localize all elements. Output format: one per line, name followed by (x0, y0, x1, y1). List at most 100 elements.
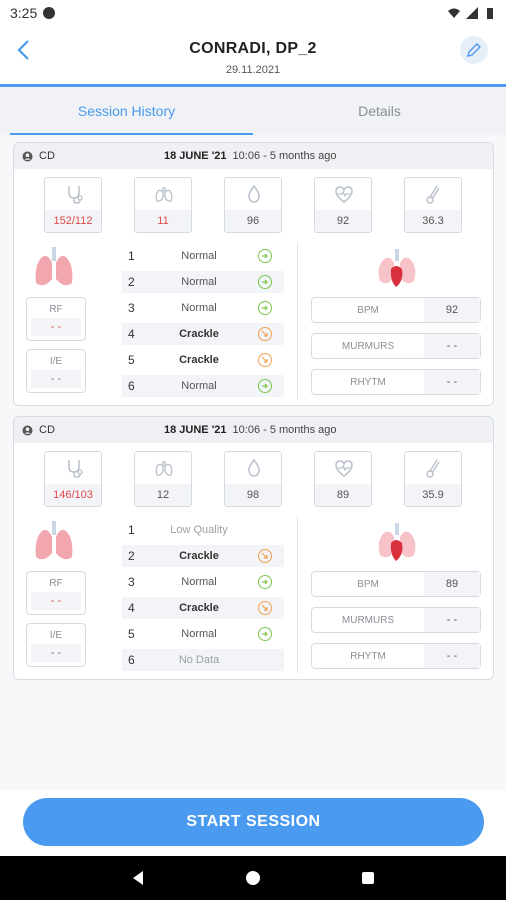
heart-rate-icon (335, 186, 353, 203)
thermometer-icon (426, 459, 440, 478)
vital-value: 12 (135, 484, 191, 506)
lungs-icon (155, 187, 173, 202)
bpm-value: 92 (424, 298, 480, 322)
battery-icon (487, 8, 493, 19)
site-status: Normal (181, 276, 217, 288)
ie-box: I/E - - (26, 623, 86, 667)
droplet-icon (248, 458, 260, 477)
site-status: Normal (181, 576, 217, 588)
nav-home-icon[interactable] (244, 869, 262, 887)
rf-value: - - (31, 592, 81, 610)
arrow-diagonal-icon (258, 601, 272, 615)
site-number: 4 (128, 601, 135, 615)
bpm-value: 89 (424, 572, 480, 596)
lungs-illustration-icon (35, 521, 73, 560)
site-number: 3 (128, 301, 135, 315)
site-number: 6 (128, 653, 135, 667)
thermometer-icon (426, 185, 440, 204)
site-row[interactable]: 6 Normal (122, 375, 284, 397)
status-bar: 3:25 (0, 0, 506, 26)
site-status: Low Quality (170, 524, 228, 536)
site-row[interactable]: 1 Normal (122, 245, 284, 267)
vital-value: 152/112 (45, 210, 101, 232)
session-date: 18 JUNE '21 (164, 424, 227, 436)
signal-icon (466, 7, 478, 19)
edit-button[interactable] (460, 36, 488, 64)
site-row[interactable]: 4 Crackle (122, 597, 284, 619)
vitals-row: 146/103 12 98 89 35.9 (44, 451, 474, 509)
arrow-right-icon (258, 275, 272, 289)
session-card[interactable]: CD 18 JUNE '21 10:06 - 5 months ago 152/1… (13, 142, 494, 406)
tab-session-history[interactable]: Session History (0, 87, 253, 135)
vital-heart-rate: 89 (314, 451, 372, 507)
start-session-button[interactable]: START SESSION (23, 798, 484, 846)
ie-box: I/E - - (26, 349, 86, 393)
lungs-illustration-icon (35, 247, 73, 286)
arrow-right-icon (258, 575, 272, 589)
vital-respiration: 11 (134, 177, 192, 233)
lungs-icon (155, 461, 173, 476)
site-status: Normal (181, 628, 217, 640)
session-card-header: CD 18 JUNE '21 10:06 - 5 months ago (14, 143, 493, 169)
site-number: 5 (128, 353, 135, 367)
site-row[interactable]: 1 Low Quality (122, 519, 284, 541)
site-row[interactable]: 3 Normal (122, 297, 284, 319)
site-row[interactable]: 3 Normal (122, 571, 284, 593)
site-row[interactable]: 5 Normal (122, 623, 284, 645)
nav-recents-icon[interactable] (359, 869, 377, 887)
nav-back-icon[interactable] (129, 869, 147, 887)
session-date: 18 JUNE '21 (164, 150, 227, 162)
site-number: 2 (128, 549, 135, 563)
session-list: CD 18 JUNE '21 10:06 - 5 months ago 152/1… (0, 135, 506, 790)
rhythm-label: RHYTM (350, 376, 386, 388)
session-meta: 18 JUNE '21 10:06 - 5 months ago (164, 150, 337, 162)
rf-label: RF (49, 304, 63, 315)
site-row[interactable]: 4 Crackle (122, 323, 284, 345)
session-user: CD (39, 150, 55, 162)
vital-temperature: 36.3 (404, 177, 462, 233)
ie-label: I/E (49, 356, 63, 367)
vital-blood-pressure: 152/112 (44, 177, 102, 233)
patient-date: 29.11.2021 (225, 64, 281, 76)
rhythm-box: RHYTM - - (311, 369, 481, 395)
rf-box: RF - - (26, 571, 86, 615)
vital-oxygen: 98 (224, 451, 282, 507)
bpm-box: BPM 89 (311, 571, 481, 597)
rhythm-box: RHYTM - - (311, 643, 481, 669)
session-meta: 18 JUNE '21 10:06 - 5 months ago (164, 424, 337, 436)
site-number: 4 (128, 327, 135, 341)
vital-value: 98 (225, 484, 281, 506)
arrow-right-icon (258, 627, 272, 641)
bpm-label: BPM (357, 304, 379, 316)
vital-value: 35.9 (405, 484, 461, 506)
bpm-box: BPM 92 (311, 297, 481, 323)
tab-details[interactable]: Details (253, 87, 506, 135)
site-status: No Data (178, 654, 220, 666)
vital-value: 36.3 (405, 210, 461, 232)
session-time: 10:06 - 5 months ago (232, 150, 337, 162)
site-row[interactable]: 5 Crackle (122, 349, 284, 371)
arrow-right-icon (258, 301, 272, 315)
vital-oxygen: 96 (224, 177, 282, 233)
vital-heart-rate: 92 (314, 177, 372, 233)
session-user: CD (39, 424, 55, 436)
arrow-right-icon (258, 249, 272, 263)
user-icon (22, 425, 33, 435)
card-divider (297, 243, 298, 399)
arrow-diagonal-icon (258, 353, 272, 367)
session-card[interactable]: CD 18 JUNE '21 10:06 - 5 months ago 146/1… (13, 416, 494, 680)
murmurs-box: MURMURS - - (311, 333, 481, 359)
murmurs-value: - - (424, 608, 480, 632)
rhythm-value: - - (424, 370, 480, 394)
site-number: 2 (128, 275, 135, 289)
system-nav-bar (0, 856, 506, 900)
site-number: 3 (128, 575, 135, 589)
site-row[interactable]: 2 Normal (122, 271, 284, 293)
site-row[interactable]: 2 Crackle (122, 545, 284, 567)
vital-value: 146/103 (45, 484, 101, 506)
heart-rate-icon (335, 460, 353, 477)
rf-label: RF (49, 578, 63, 589)
site-row[interactable]: 6 No Data (122, 649, 284, 671)
card-divider (297, 517, 298, 673)
vitals-row: 152/112 11 96 92 36.3 (44, 177, 474, 235)
